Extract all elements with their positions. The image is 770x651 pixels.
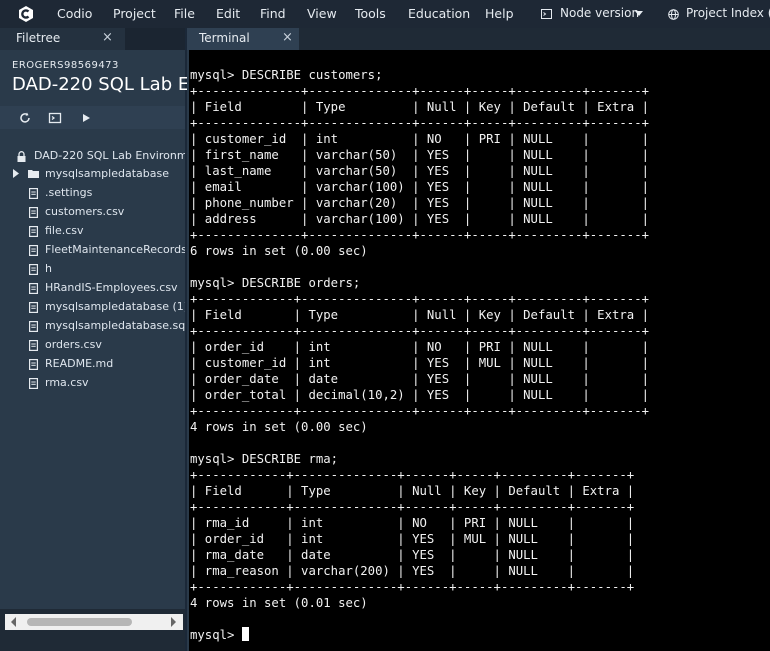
menu-education[interactable]: Education: [408, 6, 470, 21]
horizontal-scrollbar[interactable]: [5, 614, 183, 630]
terminal-prompt: mysql>: [190, 628, 242, 642]
menu-codio[interactable]: Codio: [57, 6, 92, 21]
tree-item-label: file.csv: [45, 224, 84, 237]
terminal-tabbar: Terminal ×: [187, 28, 770, 50]
file-list: DAD-220 SQL Lab Environment mysqlsampled…: [0, 146, 185, 606]
folder-icon: [28, 170, 39, 178]
codio-logo-icon[interactable]: [17, 5, 35, 23]
filetree-panel: EROGERS98569473 DAD-220 SQL Lab E... DAD…: [0, 50, 206, 651]
project-name: DAD-220 SQL Lab E...: [12, 74, 207, 95]
file-icon: [29, 226, 38, 237]
tab-filetree[interactable]: Filetree ×: [0, 28, 125, 50]
tree-item-label: mysqlsampledatabase.sql: [45, 319, 185, 332]
menu-edit[interactable]: Edit: [216, 6, 240, 21]
file-icon: [29, 188, 38, 199]
menu-project[interactable]: Project: [113, 6, 156, 21]
file-icon: [29, 340, 38, 351]
menu-bar: Codio Project File Edit Find View Tools …: [0, 0, 770, 28]
project-index-link[interactable]: Project Index (sta: [686, 6, 770, 20]
filetree-footer: [0, 609, 185, 651]
project-id: EROGERS98569473: [12, 60, 119, 71]
tree-item-label: FleetMaintenanceRecords.csv: [45, 243, 185, 256]
file-icon: [29, 245, 38, 256]
close-icon[interactable]: ×: [102, 30, 113, 45]
menu-help[interactable]: Help: [485, 6, 514, 21]
tree-item-label: README.md: [45, 357, 114, 370]
tab-filetree-label: Filetree: [16, 31, 61, 45]
tabbar-filler: [125, 28, 185, 50]
menu-file[interactable]: File: [174, 6, 195, 21]
tree-item-label: orders.csv: [45, 338, 102, 351]
chevron-right-icon[interactable]: [13, 169, 19, 178]
terminal-history: mysql> DESCRIBE customers; +------------…: [190, 68, 650, 610]
tree-item-label: customers.csv: [45, 205, 125, 218]
tab-terminal[interactable]: Terminal ×: [187, 28, 299, 50]
lock-icon: [17, 151, 26, 162]
terminal-output: mysql> DESCRIBE customers; +------------…: [190, 67, 649, 643]
menu-view[interactable]: View: [307, 6, 337, 21]
tree-item-label: rma.csv: [45, 376, 89, 389]
file-icon: [29, 302, 38, 313]
tree-item-label: DAD-220 SQL Lab Environment: [34, 149, 185, 162]
tree-item-label: h: [45, 262, 52, 275]
menu-tools[interactable]: Tools: [355, 6, 386, 21]
tab-terminal-label: Terminal: [199, 31, 250, 45]
tree-item-label: HRandIS-Employees.csv: [45, 281, 178, 294]
node-version-dropdown[interactable]: Node version: [560, 6, 639, 20]
scrollbar-thumb[interactable]: [27, 618, 132, 626]
file-icon: [29, 207, 38, 218]
tree-item-label: .settings: [45, 186, 93, 199]
file-icon: [29, 283, 38, 294]
refresh-icon[interactable]: [18, 111, 32, 125]
file-icon: [29, 378, 38, 389]
terminal-icon[interactable]: [48, 111, 62, 125]
file-icon: [29, 321, 38, 332]
file-icon: [29, 264, 38, 275]
scroll-right-arrow-icon[interactable]: [171, 617, 176, 627]
text-cursor: [241, 627, 249, 641]
play-icon[interactable]: [79, 111, 93, 125]
terminal-window-icon: [541, 9, 552, 19]
globe-icon: [668, 9, 679, 20]
tree-item-label: mysqlsampledatabase: [45, 167, 169, 180]
tree-item-label: mysqlsampledatabase (1).zip: [45, 300, 185, 313]
file-icon: [29, 359, 38, 370]
chevron-down-icon[interactable]: [635, 11, 643, 16]
scroll-left-arrow-icon[interactable]: [11, 617, 16, 627]
close-icon[interactable]: ×: [282, 30, 293, 45]
menu-find[interactable]: Find: [260, 6, 286, 21]
filetree-toolbar: [0, 106, 185, 129]
terminal-pane[interactable]: mysql> DESCRIBE customers; +------------…: [187, 50, 770, 651]
